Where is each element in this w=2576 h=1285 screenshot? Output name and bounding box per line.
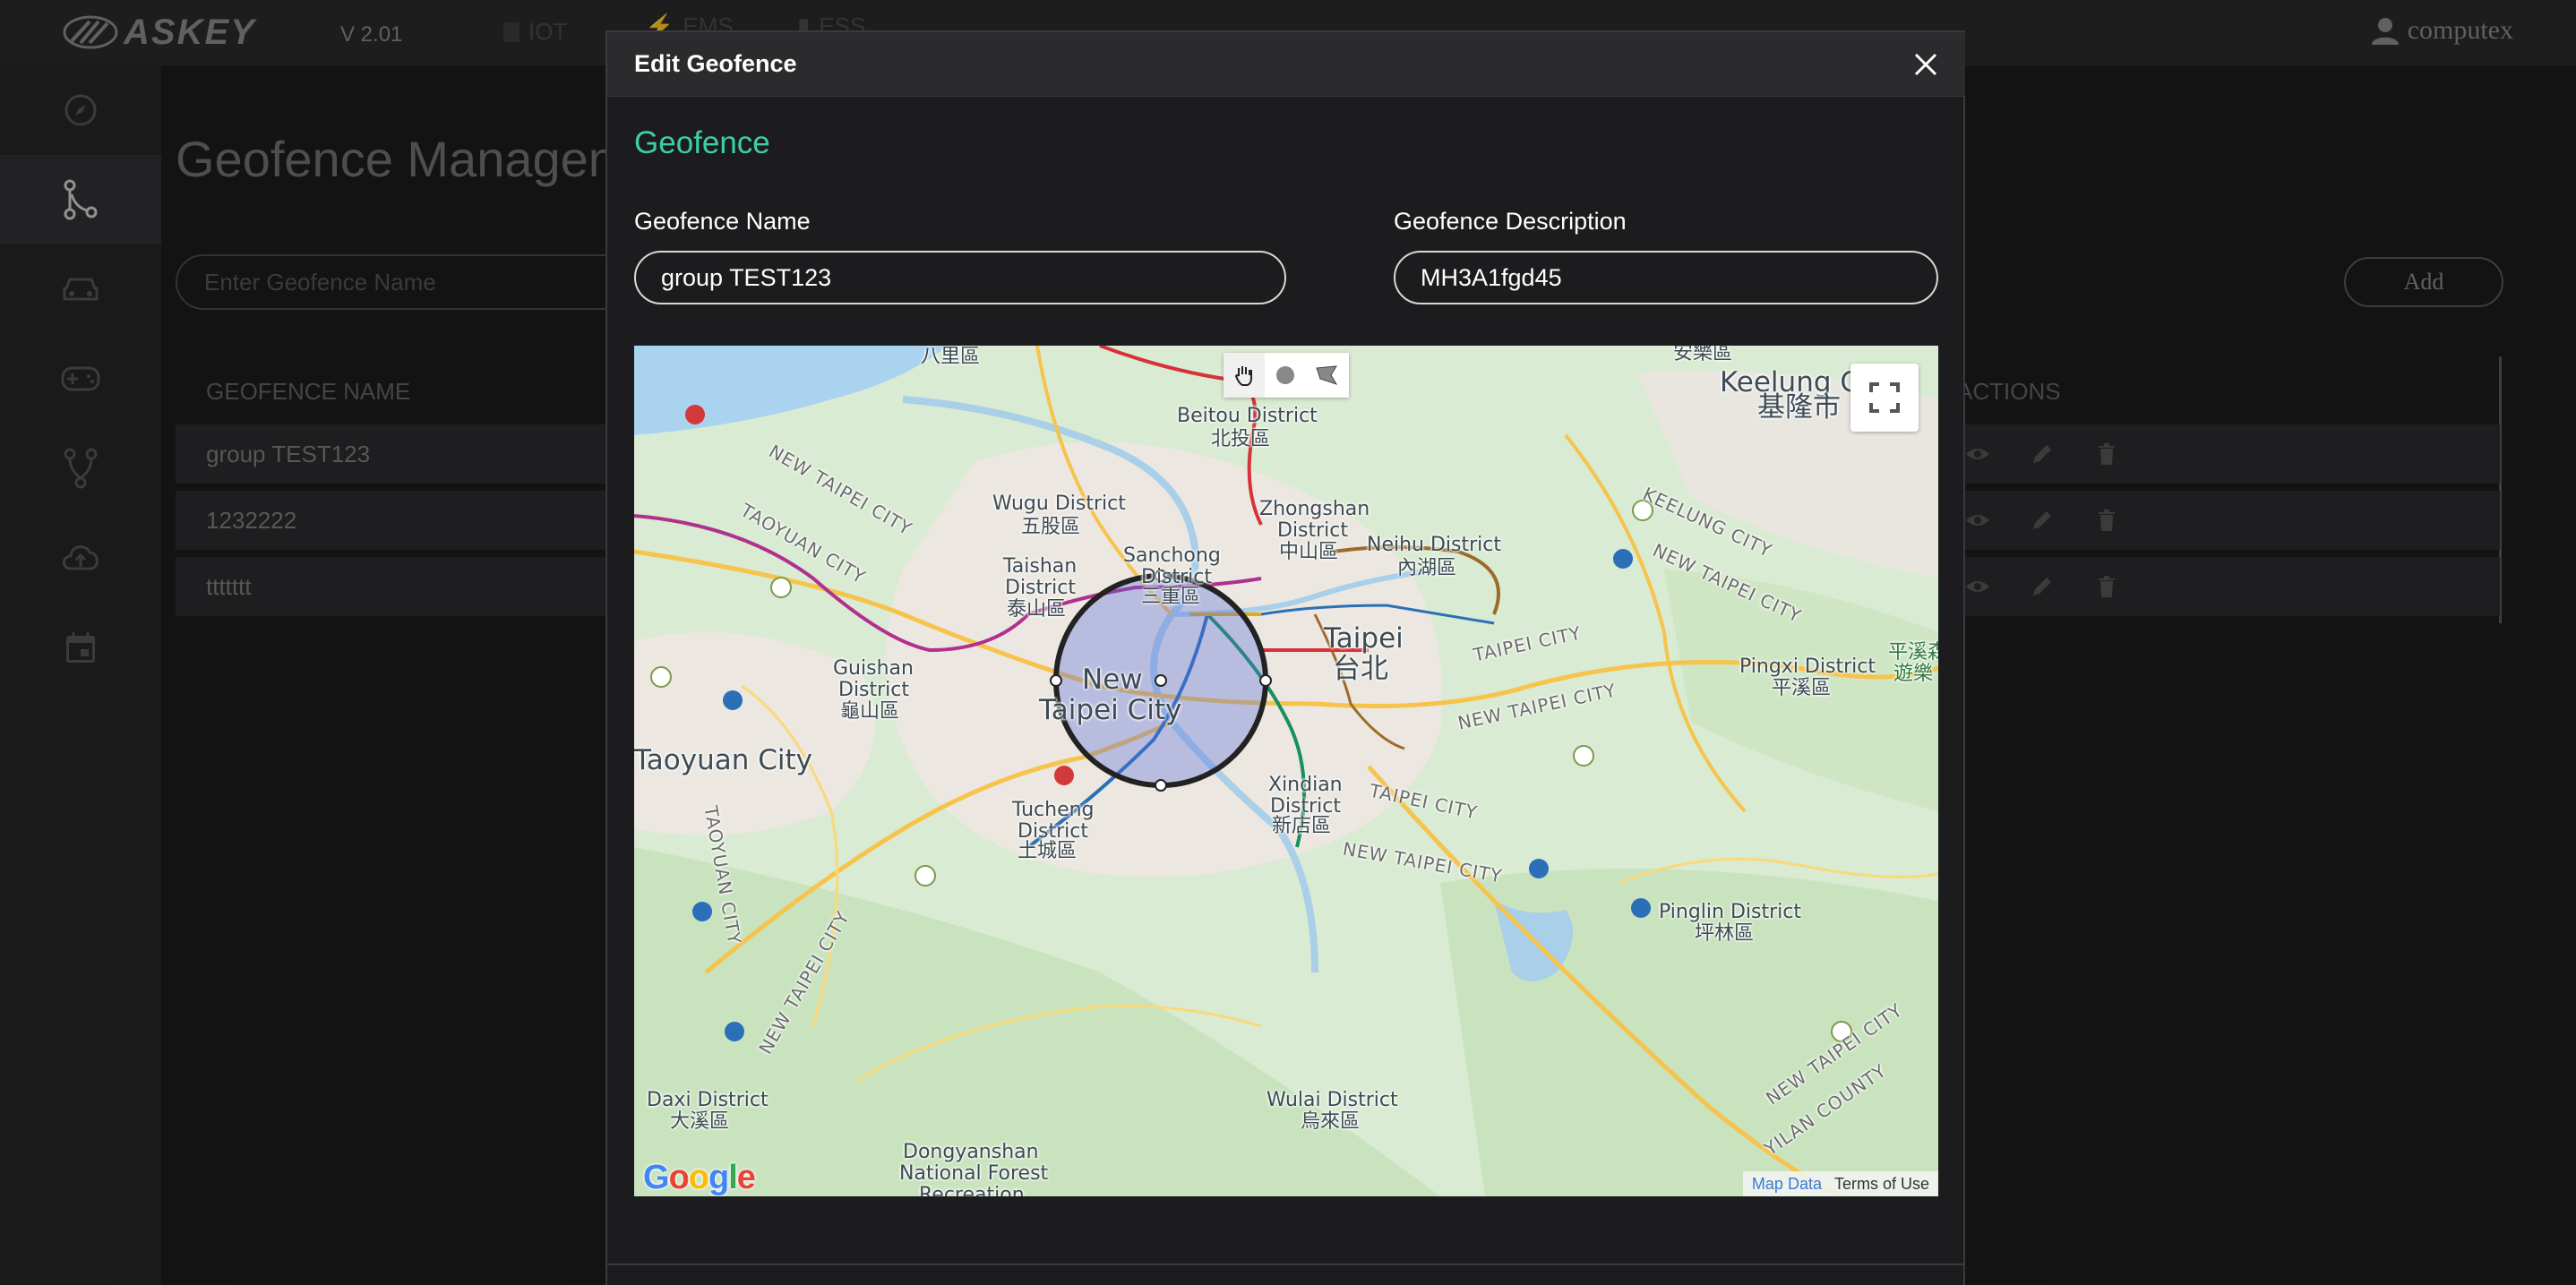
dialog-footer-divider (607, 1264, 1965, 1265)
map-label: 內湖區 (1397, 557, 1457, 579)
map-label: Wugu District (992, 493, 1126, 515)
map-label: Pingxi District (1739, 655, 1876, 678)
map-label: National Forest (899, 1162, 1049, 1185)
map-label: 台北 (1333, 653, 1388, 685)
dialog-title: Edit Geofence (634, 50, 797, 77)
pan-tool-button[interactable] (1224, 353, 1265, 398)
geofence-description-input[interactable] (1394, 251, 1938, 304)
map-label: District (1005, 577, 1077, 599)
fullscreen-icon (1869, 382, 1900, 413)
polygon-icon (1316, 365, 1338, 385)
map-label: Taishan (1003, 555, 1078, 578)
map-label: Pinglin District (1659, 901, 1801, 923)
map-label: 平溪森 (1888, 641, 1938, 664)
circle-icon (1276, 366, 1294, 384)
map-label: 中山區 (1279, 541, 1339, 563)
map-label: 安樂區 (1673, 346, 1733, 364)
hand-icon (1234, 366, 1252, 386)
map-label: 龜山區 (840, 700, 900, 723)
map-label: Xindian (1268, 774, 1343, 796)
map-label: 土城區 (1018, 840, 1078, 862)
map-label: Wulai District (1267, 1089, 1398, 1111)
map-label: District (1277, 519, 1349, 542)
polygon-tool-button[interactable] (1306, 353, 1347, 398)
map-label: Recreation (919, 1184, 1025, 1196)
drawing-toolbar (1224, 353, 1349, 398)
map-label: 遊樂 (1893, 663, 1934, 685)
map-label: 大溪區 (670, 1110, 730, 1133)
close-icon (1914, 53, 1937, 76)
geofence-description-label: Geofence Description (1394, 208, 1627, 235)
map-label: District (838, 679, 910, 701)
circle-tool-button[interactable] (1265, 353, 1306, 398)
map-data-link[interactable]: Map Data (1752, 1175, 1822, 1194)
map-label: 坪林區 (1695, 922, 1755, 945)
geofence-name-label: Geofence Name (634, 208, 811, 235)
map-label: Beitou District (1177, 405, 1318, 427)
map-label: Zhongshan (1259, 498, 1370, 520)
map-label: Daxi District (647, 1089, 769, 1111)
map-label: Sanchong (1123, 544, 1221, 567)
map-label: 泰山區 (1007, 598, 1067, 621)
dialog-header: Edit Geofence (607, 32, 1965, 97)
map-label: Taoyuan City (634, 744, 813, 776)
map-label: 烏來區 (1301, 1110, 1361, 1133)
map-label: 三重區 (1141, 586, 1201, 608)
map-label: Taipei (1324, 622, 1404, 655)
map-label: Dongyanshan (903, 1141, 1039, 1163)
map-label: Tucheng (1012, 799, 1095, 821)
map-attribution: Map Data Terms of Use (1742, 1171, 1938, 1196)
google-logo: Google (643, 1159, 756, 1196)
edit-geofence-dialog: Edit Geofence Geofence Geofence Name Geo… (605, 30, 1965, 1285)
section-title: Geofence (634, 125, 770, 160)
map-label: 基隆市 (1757, 391, 1841, 424)
close-button[interactable] (1906, 45, 1945, 84)
fullscreen-button[interactable] (1850, 364, 1919, 432)
geofence-name-input[interactable] (634, 251, 1286, 304)
map-label: 平溪區 (1772, 677, 1832, 699)
map-label: Neihu District (1367, 534, 1502, 556)
map-label: Taipei City (1039, 694, 1182, 726)
map-label: 新店區 (1272, 815, 1332, 837)
map-label: Guishan (833, 657, 914, 680)
geofence-map[interactable]: 八里區 Beitou District 北投區 Keelung City 基隆市… (634, 346, 1938, 1196)
map-label: New (1082, 664, 1143, 696)
map-label: 八里區 (921, 346, 981, 368)
terms-of-use-link[interactable]: Terms of Use (1834, 1175, 1929, 1194)
map-label: 五股區 (1021, 516, 1081, 538)
map-label: 北投區 (1211, 428, 1271, 450)
